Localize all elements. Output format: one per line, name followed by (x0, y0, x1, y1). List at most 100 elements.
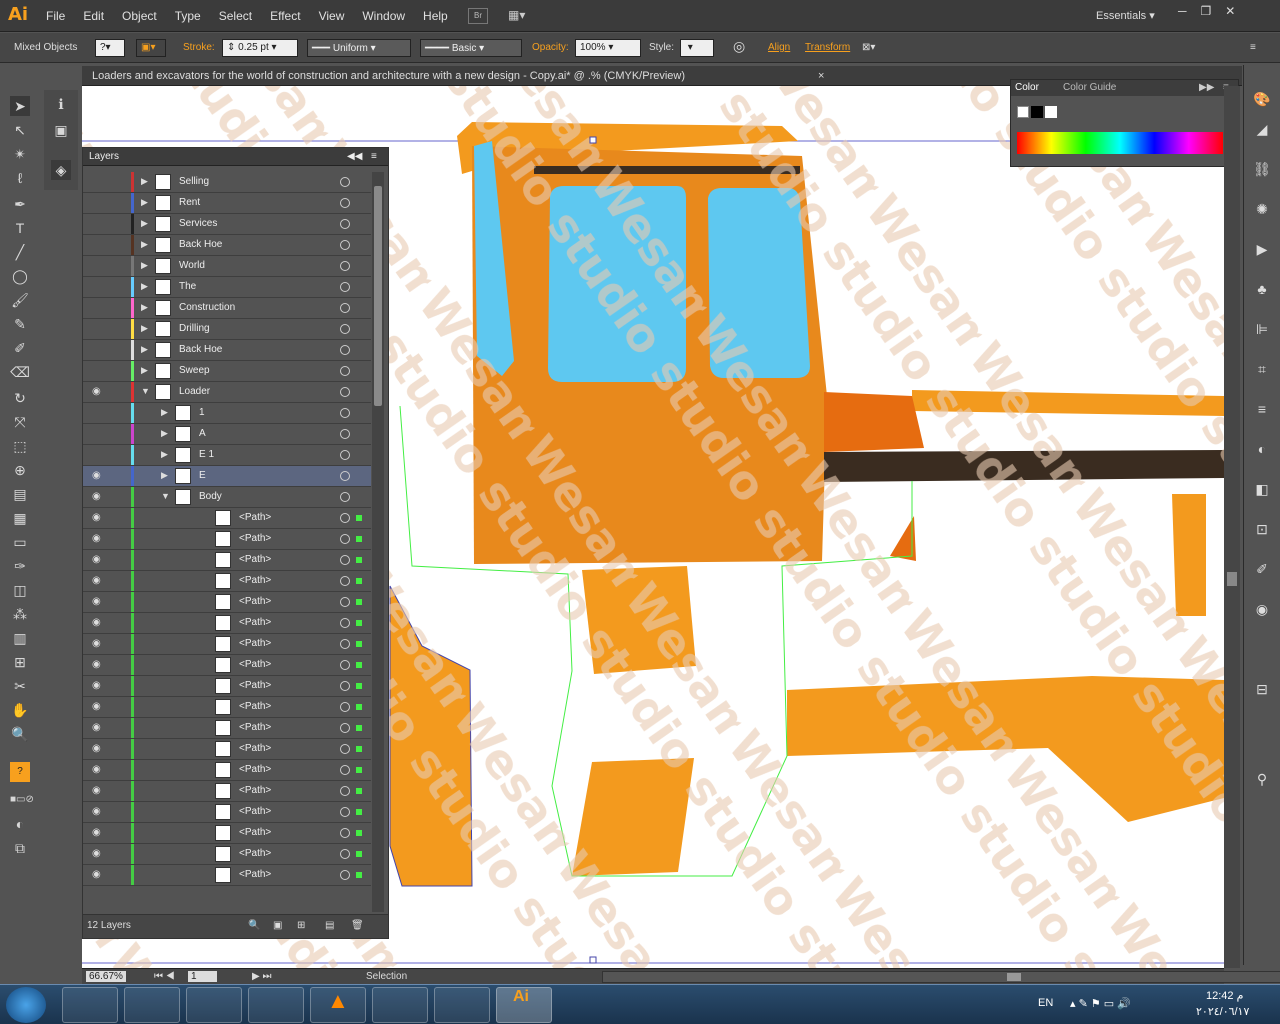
visibility-eye-icon[interactable]: ◉ (92, 470, 104, 482)
layer-row[interactable]: ▶ World (83, 256, 371, 277)
layer-target-icon[interactable] (340, 723, 350, 733)
align-panel-icon[interactable]: ⊫ (1252, 321, 1272, 341)
layer-target-icon[interactable] (340, 786, 350, 796)
layer-target-icon[interactable] (340, 744, 350, 754)
layer-row[interactable]: ▶ Back Hoe (83, 340, 371, 361)
layers-scrollbar[interactable] (372, 172, 384, 912)
layer-target-icon[interactable] (340, 849, 350, 859)
tray-icons[interactable]: ▴ ✎ ⚑ ▭ 🔊 (1070, 997, 1131, 1010)
layer-row[interactable]: ▶ Construction (83, 298, 371, 319)
layer-target-icon[interactable] (340, 828, 350, 838)
visibility-eye-icon[interactable]: ◉ (92, 617, 104, 629)
color-panel-icon[interactable]: 🎨 (1252, 91, 1272, 111)
layer-row[interactable]: ◉ <Path> (83, 844, 371, 865)
stroke-panel-icon[interactable]: ≡ (1252, 401, 1272, 421)
layer-row[interactable]: ◉ <Path> (83, 634, 371, 655)
layer-target-icon[interactable] (340, 639, 350, 649)
expand-triangle-icon[interactable]: ▶ (161, 407, 168, 418)
layer-target-icon[interactable] (340, 177, 350, 187)
gradient-panel-icon[interactable]: ◢ (1252, 121, 1272, 141)
info-panel-icon[interactable]: ℹ (51, 94, 71, 114)
visibility-eye-icon[interactable]: ◉ (92, 722, 104, 734)
layer-row[interactable]: ▶ E 1 (83, 445, 371, 466)
width-tool-icon[interactable]: ⤧ (10, 412, 30, 432)
layer-target-icon[interactable] (340, 807, 350, 817)
slice-icon[interactable]: ✂ (10, 676, 30, 696)
expand-triangle-icon[interactable]: ▶ (141, 260, 148, 271)
layer-target-icon[interactable] (340, 471, 350, 481)
layer-target-icon[interactable] (340, 765, 350, 775)
layer-row[interactable]: ◉ <Path> (83, 781, 371, 802)
layer-target-icon[interactable] (340, 198, 350, 208)
bbox-handle-bottom[interactable] (589, 956, 597, 964)
layer-row[interactable]: ▶ 1 (83, 403, 371, 424)
layer-target-icon[interactable] (340, 681, 350, 691)
visibility-eye-icon[interactable]: ◉ (92, 512, 104, 524)
draw-mode-icon[interactable]: ◐ (10, 814, 30, 834)
artboards-icon[interactable]: ⊡ (1252, 521, 1272, 541)
visibility-eye-icon[interactable]: ◉ (92, 869, 104, 881)
menu-select[interactable]: Select (219, 9, 252, 23)
brush-definition[interactable]: ━━━━ Basic ▾ (420, 39, 522, 57)
free-transform-icon[interactable]: ⬚ (10, 436, 30, 456)
layer-target-icon[interactable] (340, 219, 350, 229)
layer-target-icon[interactable] (340, 513, 350, 523)
vertical-scroll-thumb[interactable] (1227, 572, 1237, 586)
layer-target-icon[interactable] (340, 534, 350, 544)
stroke-label[interactable]: Stroke: (183, 42, 215, 53)
fill-dropdown[interactable]: ?▾ (95, 39, 125, 57)
layers-scroll-thumb[interactable] (374, 186, 382, 406)
none-swatch[interactable] (1017, 106, 1029, 118)
layer-row[interactable]: ◉ ▼ Body (83, 487, 371, 508)
menu-type[interactable]: Type (175, 9, 201, 23)
layer-target-icon[interactable] (340, 870, 350, 880)
layer-row[interactable]: ▶ Selling (83, 172, 371, 193)
visibility-eye-icon[interactable]: ◉ (92, 764, 104, 776)
blend-icon[interactable]: ◫ (10, 580, 30, 600)
expand-triangle-icon[interactable]: ▶ (141, 239, 148, 250)
appearance-icon[interactable]: ✺ (1252, 201, 1272, 221)
close-icon[interactable]: ✕ (1225, 4, 1235, 18)
layer-row[interactable]: ◉ <Path> (83, 718, 371, 739)
visibility-eye-icon[interactable] (92, 218, 104, 230)
layer-row[interactable]: ◉ <Path> (83, 760, 371, 781)
first-artboard-icon[interactable]: ⏮ ◀ (154, 971, 175, 982)
taskbar-app-studio[interactable] (372, 987, 428, 1023)
transparency-icon[interactable]: ◧ (1252, 481, 1272, 501)
language-indicator[interactable]: EN (1038, 997, 1053, 1009)
visibility-eye-icon[interactable]: ◉ (92, 827, 104, 839)
artboard-field[interactable]: 1 (188, 971, 217, 982)
horizontal-scroll-thumb[interactable] (1007, 973, 1021, 981)
expand-triangle-icon[interactable]: ▶ (141, 323, 148, 334)
menu-view[interactable]: View (319, 9, 345, 23)
layer-target-icon[interactable] (340, 282, 350, 292)
visibility-eye-icon[interactable] (92, 407, 104, 419)
expand-triangle-icon[interactable]: ▶ (161, 449, 168, 460)
layer-row[interactable]: ◉ <Path> (83, 697, 371, 718)
panel-expand-icon[interactable]: ▶▶ (1199, 82, 1214, 93)
menu-object[interactable]: Object (122, 9, 157, 23)
expand-triangle-icon[interactable]: ▶ (141, 281, 148, 292)
menu-file[interactable]: File (46, 9, 65, 23)
layer-row[interactable]: ◉ <Path> (83, 508, 371, 529)
clock-time[interactable]: 12:42 م (1206, 989, 1243, 1002)
visibility-eye-icon[interactable]: ◉ (92, 806, 104, 818)
visibility-eye-icon[interactable]: ◉ (92, 596, 104, 608)
type-tool-icon[interactable]: T (10, 218, 30, 238)
artboard-tool-icon[interactable]: ⊞ (10, 652, 30, 672)
layer-row[interactable]: ◉ <Path> (83, 592, 371, 613)
menu-help[interactable]: Help (423, 9, 448, 23)
layer-target-icon[interactable] (340, 597, 350, 607)
ellipse-tool-icon[interactable]: ◯ (10, 266, 30, 286)
start-button[interactable] (6, 987, 46, 1023)
gradient-icon[interactable]: ▭ (10, 532, 30, 552)
navigator-icon[interactable]: ◉ (1252, 601, 1272, 621)
menu-edit[interactable]: Edit (83, 9, 104, 23)
visibility-eye-icon[interactable] (92, 176, 104, 188)
visibility-eye-icon[interactable] (92, 197, 104, 209)
layer-target-icon[interactable] (340, 660, 350, 670)
layer-target-icon[interactable] (340, 618, 350, 628)
symbol-sprayer-icon[interactable]: ⁂ (10, 604, 30, 624)
visibility-eye-icon[interactable]: ◉ (92, 680, 104, 692)
new-layer-icon[interactable]: ▤ (325, 920, 334, 931)
